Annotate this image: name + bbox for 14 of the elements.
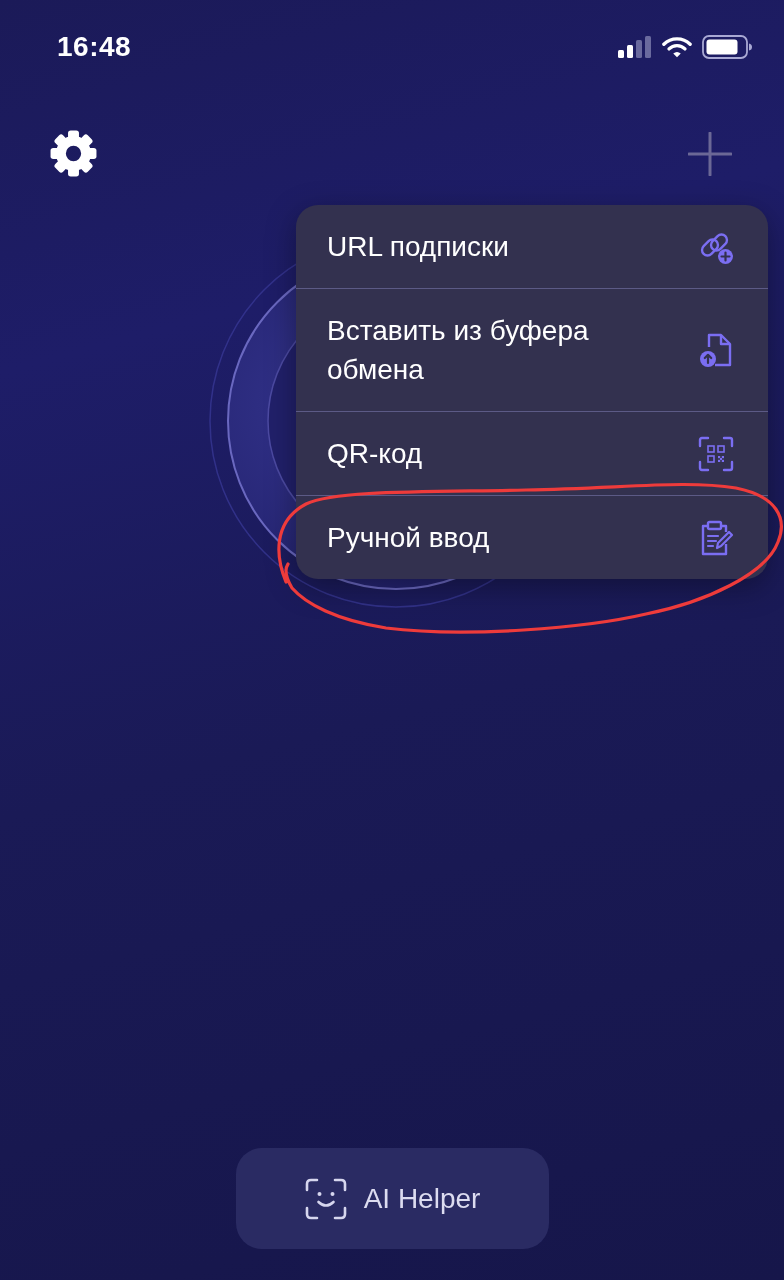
menu-item[interactable]: URL подписки — [296, 205, 768, 288]
ai-helper-button[interactable]: AI Helper — [236, 1148, 549, 1249]
menu-item[interactable]: Вставить из буфера обмена — [296, 289, 768, 411]
signal-icon — [618, 36, 652, 58]
status-time: 16:48 — [57, 31, 132, 63]
battery-icon — [702, 35, 752, 59]
settings-icon[interactable] — [50, 130, 97, 177]
document-upload-icon — [698, 332, 734, 368]
menu-item[interactable]: QR-код — [296, 412, 768, 495]
add-icon[interactable] — [688, 131, 732, 176]
face-scan-icon — [304, 1177, 347, 1220]
qr-scan-icon — [698, 435, 734, 472]
menu-item[interactable]: Ручной ввод — [296, 496, 768, 579]
wifi-icon — [662, 35, 692, 59]
